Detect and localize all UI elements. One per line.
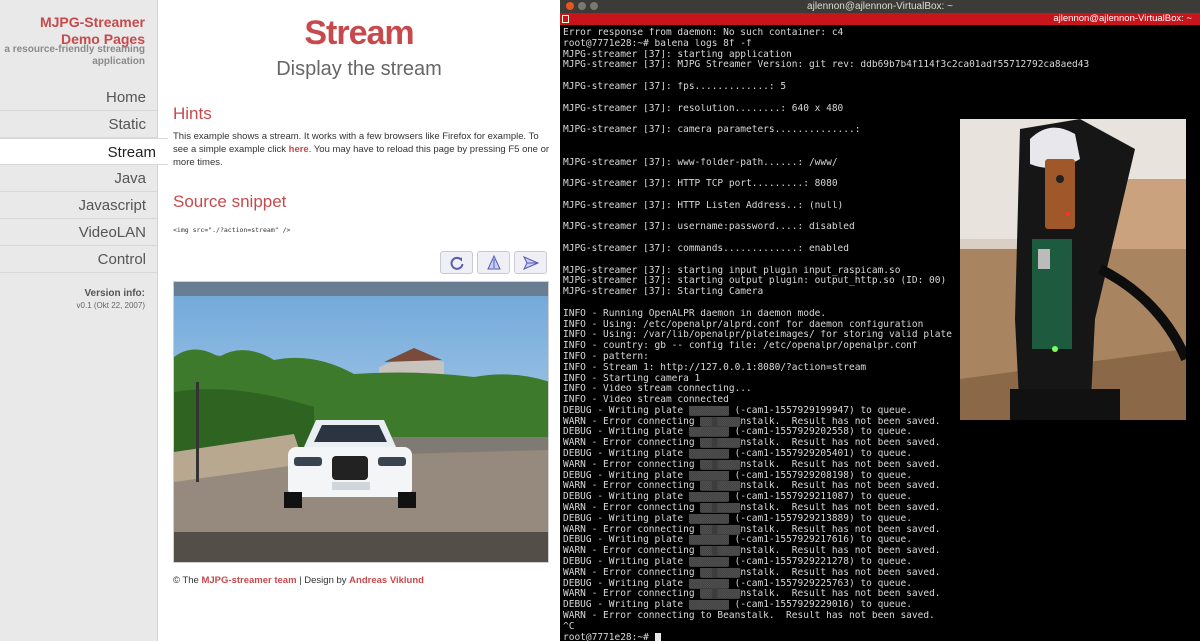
version-label: Version info:	[84, 288, 145, 299]
flip-vertical-button[interactable]	[477, 251, 510, 274]
terminal-line: ^C	[563, 621, 575, 632]
page-subtitle: Display the stream	[276, 58, 442, 80]
terminal-line: MJPG-streamer [37]: resolution........: …	[563, 103, 844, 114]
terminal-line: root@7771e28:~#	[563, 633, 1193, 641]
redacted-text: ▒▒▒▒▒▒▒	[688, 578, 729, 589]
hints-text: This example shows a stream. It works wi…	[173, 130, 553, 169]
terminal-line: DEBUG - Writing plate ▒▒▒▒▒▒▒ (-cam1-155…	[563, 449, 912, 460]
terminal-line: DEBUG - Writing plate ▒▒▒▒▒▒▒ (-cam1-155…	[563, 600, 912, 611]
redacted-text: ▒▒▒▒▒▒▒	[688, 492, 729, 503]
stream-image	[173, 281, 549, 563]
redacted-text: ▒▒▒▒▒▒▒	[688, 600, 729, 611]
tagline: a resource-friendly streaming applicatio…	[4, 44, 145, 67]
redacted-text: ▒▒ ▒▒▒▒	[700, 589, 741, 600]
team-link[interactable]: MJPG-streamer team	[201, 575, 296, 586]
redacted-text: ▒▒▒▒▒▒▒	[688, 405, 729, 416]
terminal-line: MJPG-streamer [37]: MJPG Streamer Versio…	[563, 60, 1090, 71]
redacted-text: ▒▒ ▒▒▒▒	[700, 524, 741, 535]
source-snippet: <img src="./?action=stream" />	[173, 226, 291, 234]
terminal-line: WARN - Error connecting ▒▒ ▒▒▒▒nstalk. R…	[563, 438, 941, 449]
screen: MJPG-Streamer Demo Pages a resource-frie…	[0, 0, 1200, 641]
snippet-heading: Source snippet	[173, 192, 287, 211]
redacted-text: ▒▒ ▒▒▒▒	[700, 481, 741, 492]
flip-horizontal-icon	[522, 255, 539, 270]
browser-page: MJPG-Streamer Demo Pages a resource-frie…	[0, 0, 560, 641]
terminal-cursor	[654, 633, 661, 641]
redacted-text: ▒▒ ▒▒▒▒	[700, 438, 741, 449]
brand-title[interactable]: MJPG-Streamer Demo Pages	[40, 14, 145, 48]
redacted-text: ▒▒▒▒▒▒▒	[688, 557, 729, 568]
terminal-line: DEBUG - Writing plate ▒▒▒▒▒▒▒ (-cam1-155…	[563, 427, 912, 438]
hints-heading: Hints	[173, 104, 212, 123]
version-text: v0.1 (Okt 22, 2007)	[76, 301, 145, 310]
terminal-line: MJPG-streamer [37]: fps.............: 5	[563, 81, 787, 92]
camera-rig-photo	[960, 119, 1186, 420]
redacted-text: ▒▒▒▒▒▒▒	[688, 427, 729, 438]
terminal-tab[interactable]: ajlennon@ajlennon-VirtualBox: ~	[560, 13, 1200, 25]
terminal-window[interactable]: ajlennon@ajlennon-VirtualBox: ~ ajlennon…	[560, 0, 1200, 641]
terminal-line: WARN - Error connecting ▒▒ ▒▒▒▒nstalk. R…	[563, 481, 941, 492]
terminal-line: DEBUG - Writing plate ▒▒▒▒▒▒▒ (-cam1-155…	[563, 535, 912, 546]
terminal-line: root@7771e28:~# balena logs 8f -f	[563, 38, 752, 49]
redacted-text: ▒▒ ▒▒▒▒	[700, 503, 741, 514]
redacted-text: ▒▒ ▒▒▒▒	[700, 459, 741, 470]
redacted-text: ▒▒▒▒▒▒▒	[688, 470, 729, 481]
nav-item-home[interactable]: Home	[0, 84, 158, 111]
terminal-titlebar[interactable]: ajlennon@ajlennon-VirtualBox: ~	[560, 0, 1200, 13]
nav-item-stream[interactable]: Stream	[0, 138, 168, 165]
rotate-button[interactable]	[440, 251, 473, 274]
terminal-line: DEBUG - Writing plate ▒▒▒▒▒▒▒ (-cam1-155…	[563, 557, 912, 568]
nav-item-javascript[interactable]: Javascript	[0, 192, 158, 219]
nav-item-java[interactable]: Java	[0, 165, 158, 192]
redacted-text: ▒▒ ▒▒▒▒	[700, 416, 741, 427]
footer-mid: | Design by	[296, 575, 350, 586]
rotate-icon	[450, 256, 463, 270]
footer: © The MJPG-streamer team | Design by And…	[173, 575, 424, 586]
redacted-text: ▒▒ ▒▒▒▒	[700, 546, 741, 557]
footer-prefix: © The	[173, 575, 202, 586]
nav-item-static[interactable]: Static	[0, 111, 158, 138]
terminal-line: WARN - Error connecting ▒▒ ▒▒▒▒nstalk. R…	[563, 459, 941, 470]
redacted-text: ▒▒▒▒▒▒▒	[688, 535, 729, 546]
nav-item-control[interactable]: Control	[0, 246, 158, 273]
stream-controls	[440, 251, 547, 274]
brand-line-1: MJPG-Streamer	[39, 14, 145, 30]
terminal-line: DEBUG - Writing plate ▒▒▒▒▒▒▒ (-cam1-155…	[563, 470, 912, 481]
window-title: ajlennon@ajlennon-VirtualBox: ~	[807, 1, 953, 12]
nav-menu: Home Static Stream Java Javascript Video…	[0, 84, 168, 273]
here-link[interactable]: here	[289, 144, 309, 155]
terminal-line: Error response from daemon: No such cont…	[563, 28, 844, 38]
terminal-line: WARN - Error connecting ▒▒ ▒▒▒▒nstalk. R…	[563, 503, 941, 514]
terminal-line: DEBUG - Writing plate ▒▒▒▒▒▒▒ (-cam1-155…	[563, 492, 912, 503]
terminal-line: WARN - Error connecting ▒▒ ▒▒▒▒nstalk. R…	[563, 524, 941, 535]
terminal-line: DEBUG - Writing plate ▒▒▒▒▒▒▒ (-cam1-155…	[563, 578, 912, 589]
redacted-text: ▒▒▒▒▒▒▒	[688, 513, 729, 524]
redacted-text: ▒▒ ▒▒▒▒	[700, 567, 741, 578]
flip-vertical-icon	[486, 254, 501, 269]
terminal-line: WARN - Error connecting ▒▒ ▒▒▒▒nstalk. R…	[563, 546, 941, 557]
page-title: Stream	[304, 14, 414, 52]
terminal-line: MJPG-streamer [37]: starting application	[563, 49, 792, 60]
terminal-line: DEBUG - Writing plate ▒▒▒▒▒▒▒ (-cam1-155…	[563, 513, 912, 524]
nav-item-videolan[interactable]: VideoLAN	[0, 219, 158, 246]
tab-title: ajlennon@ajlennon-VirtualBox: ~	[1053, 13, 1192, 24]
sidebar: MJPG-Streamer Demo Pages a resource-frie…	[0, 0, 168, 641]
terminal-line: WARN - Error connecting ▒▒ ▒▒▒▒nstalk. R…	[563, 589, 941, 600]
designer-link[interactable]: Andreas Viklund	[349, 575, 424, 586]
tab-icon	[562, 15, 569, 23]
terminal-line: WARN - Error connecting ▒▒ ▒▒▒▒nstalk. R…	[563, 567, 941, 578]
stream-photo-car	[174, 282, 548, 562]
flip-horizontal-button[interactable]	[514, 251, 547, 274]
redacted-text: ▒▒▒▒▒▒▒	[688, 449, 729, 460]
terminal-line: WARN - Error connecting to Beanstalk. Re…	[563, 611, 935, 622]
main-content: Stream Display the stream Hints This exa…	[158, 0, 560, 641]
